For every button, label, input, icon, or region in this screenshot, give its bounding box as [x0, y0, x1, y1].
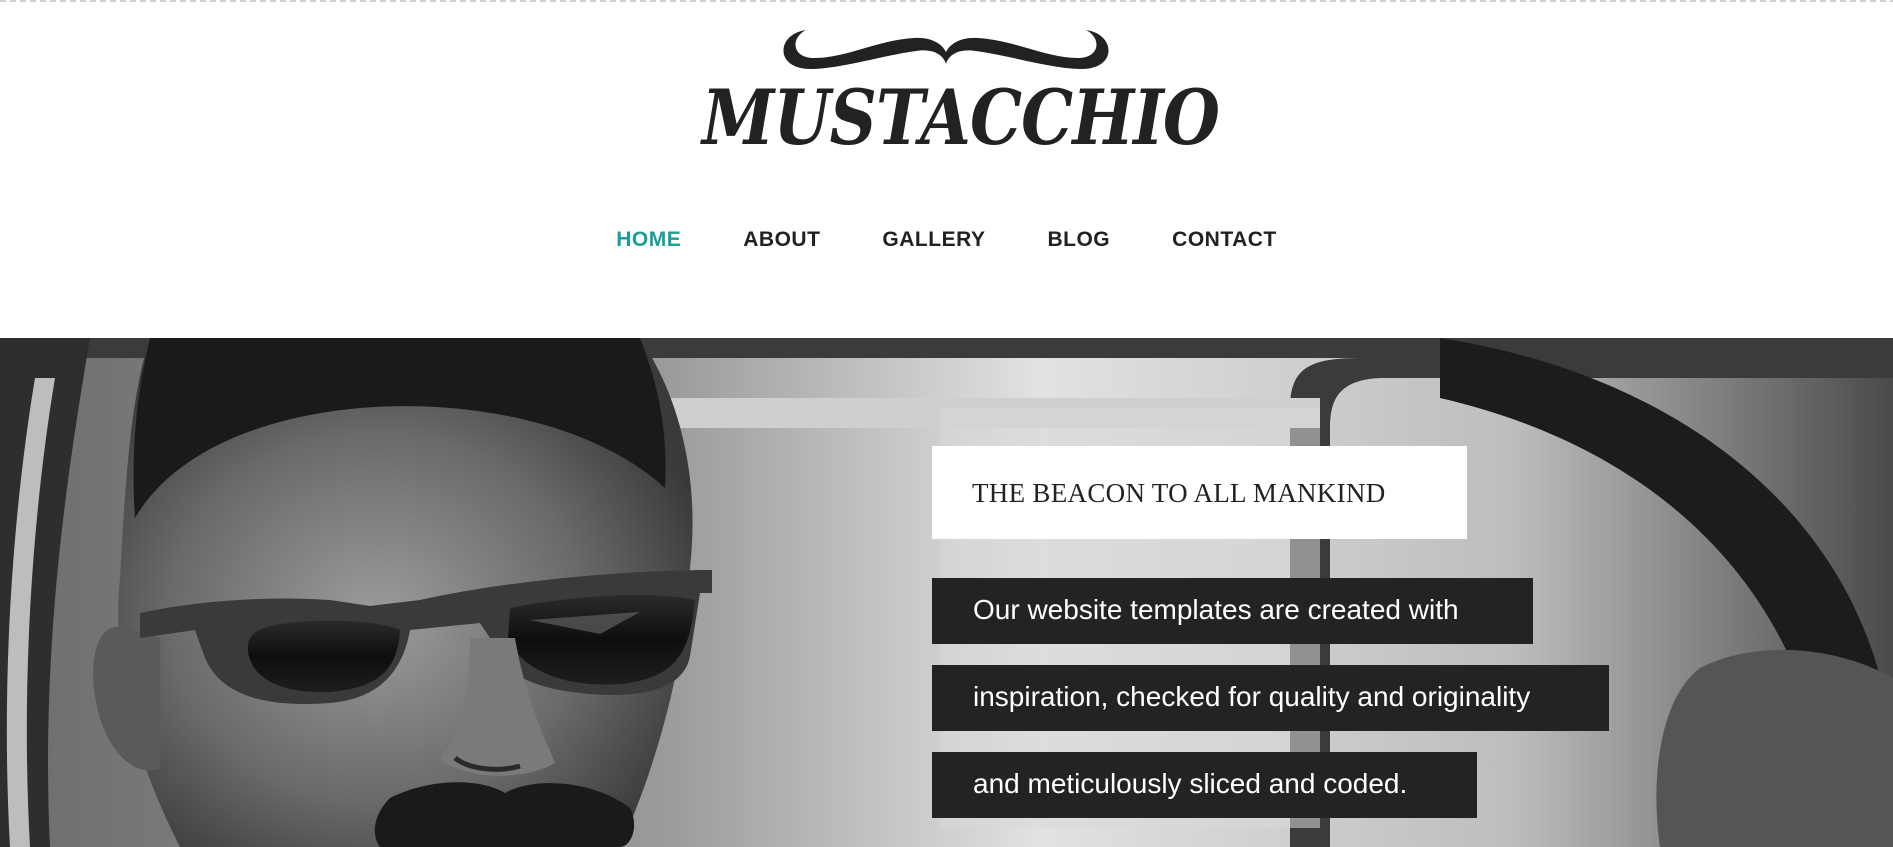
page: MUSTACCHIO HOME ABOUT GALLERY BLOG CONTA… [0, 0, 1893, 847]
nav-item-blog[interactable]: BLOG [1047, 228, 1110, 252]
hero-text-line-1-label: Our website templates are created with [973, 594, 1459, 625]
nav-item-home[interactable]: HOME [616, 228, 681, 252]
nav-item-about[interactable]: ABOUT [743, 228, 820, 252]
hero-tagline: THE BEACON TO ALL MANKIND [972, 478, 1386, 508]
hero-text-line-2-label: inspiration, checked for quality and ori… [973, 681, 1531, 712]
nav-item-contact[interactable]: CONTACT [1172, 228, 1277, 252]
hero-banner: THE BEACON TO ALL MANKIND Our website te… [0, 338, 1893, 847]
tagline-box: THE BEACON TO ALL MANKIND [932, 446, 1467, 539]
hero-text-line-3: and meticulously sliced and coded. [932, 752, 1477, 818]
main-nav: HOME ABOUT GALLERY BLOG CONTACT [0, 228, 1893, 252]
mustache-icon [783, 30, 1109, 70]
site-logo[interactable]: MUSTACCHIO [694, 12, 1220, 162]
hero-text-line-2: inspiration, checked for quality and ori… [932, 665, 1609, 731]
hero-text-line-3-label: and meticulously sliced and coded. [973, 768, 1408, 799]
site-header: MUSTACCHIO HOME ABOUT GALLERY BLOG CONTA… [0, 0, 1893, 338]
hero-text-line-1: Our website templates are created with [932, 578, 1533, 644]
logo-text: MUSTACCHIO [702, 73, 1220, 162]
nav-item-gallery[interactable]: GALLERY [882, 228, 985, 252]
top-divider [0, 0, 1893, 2]
